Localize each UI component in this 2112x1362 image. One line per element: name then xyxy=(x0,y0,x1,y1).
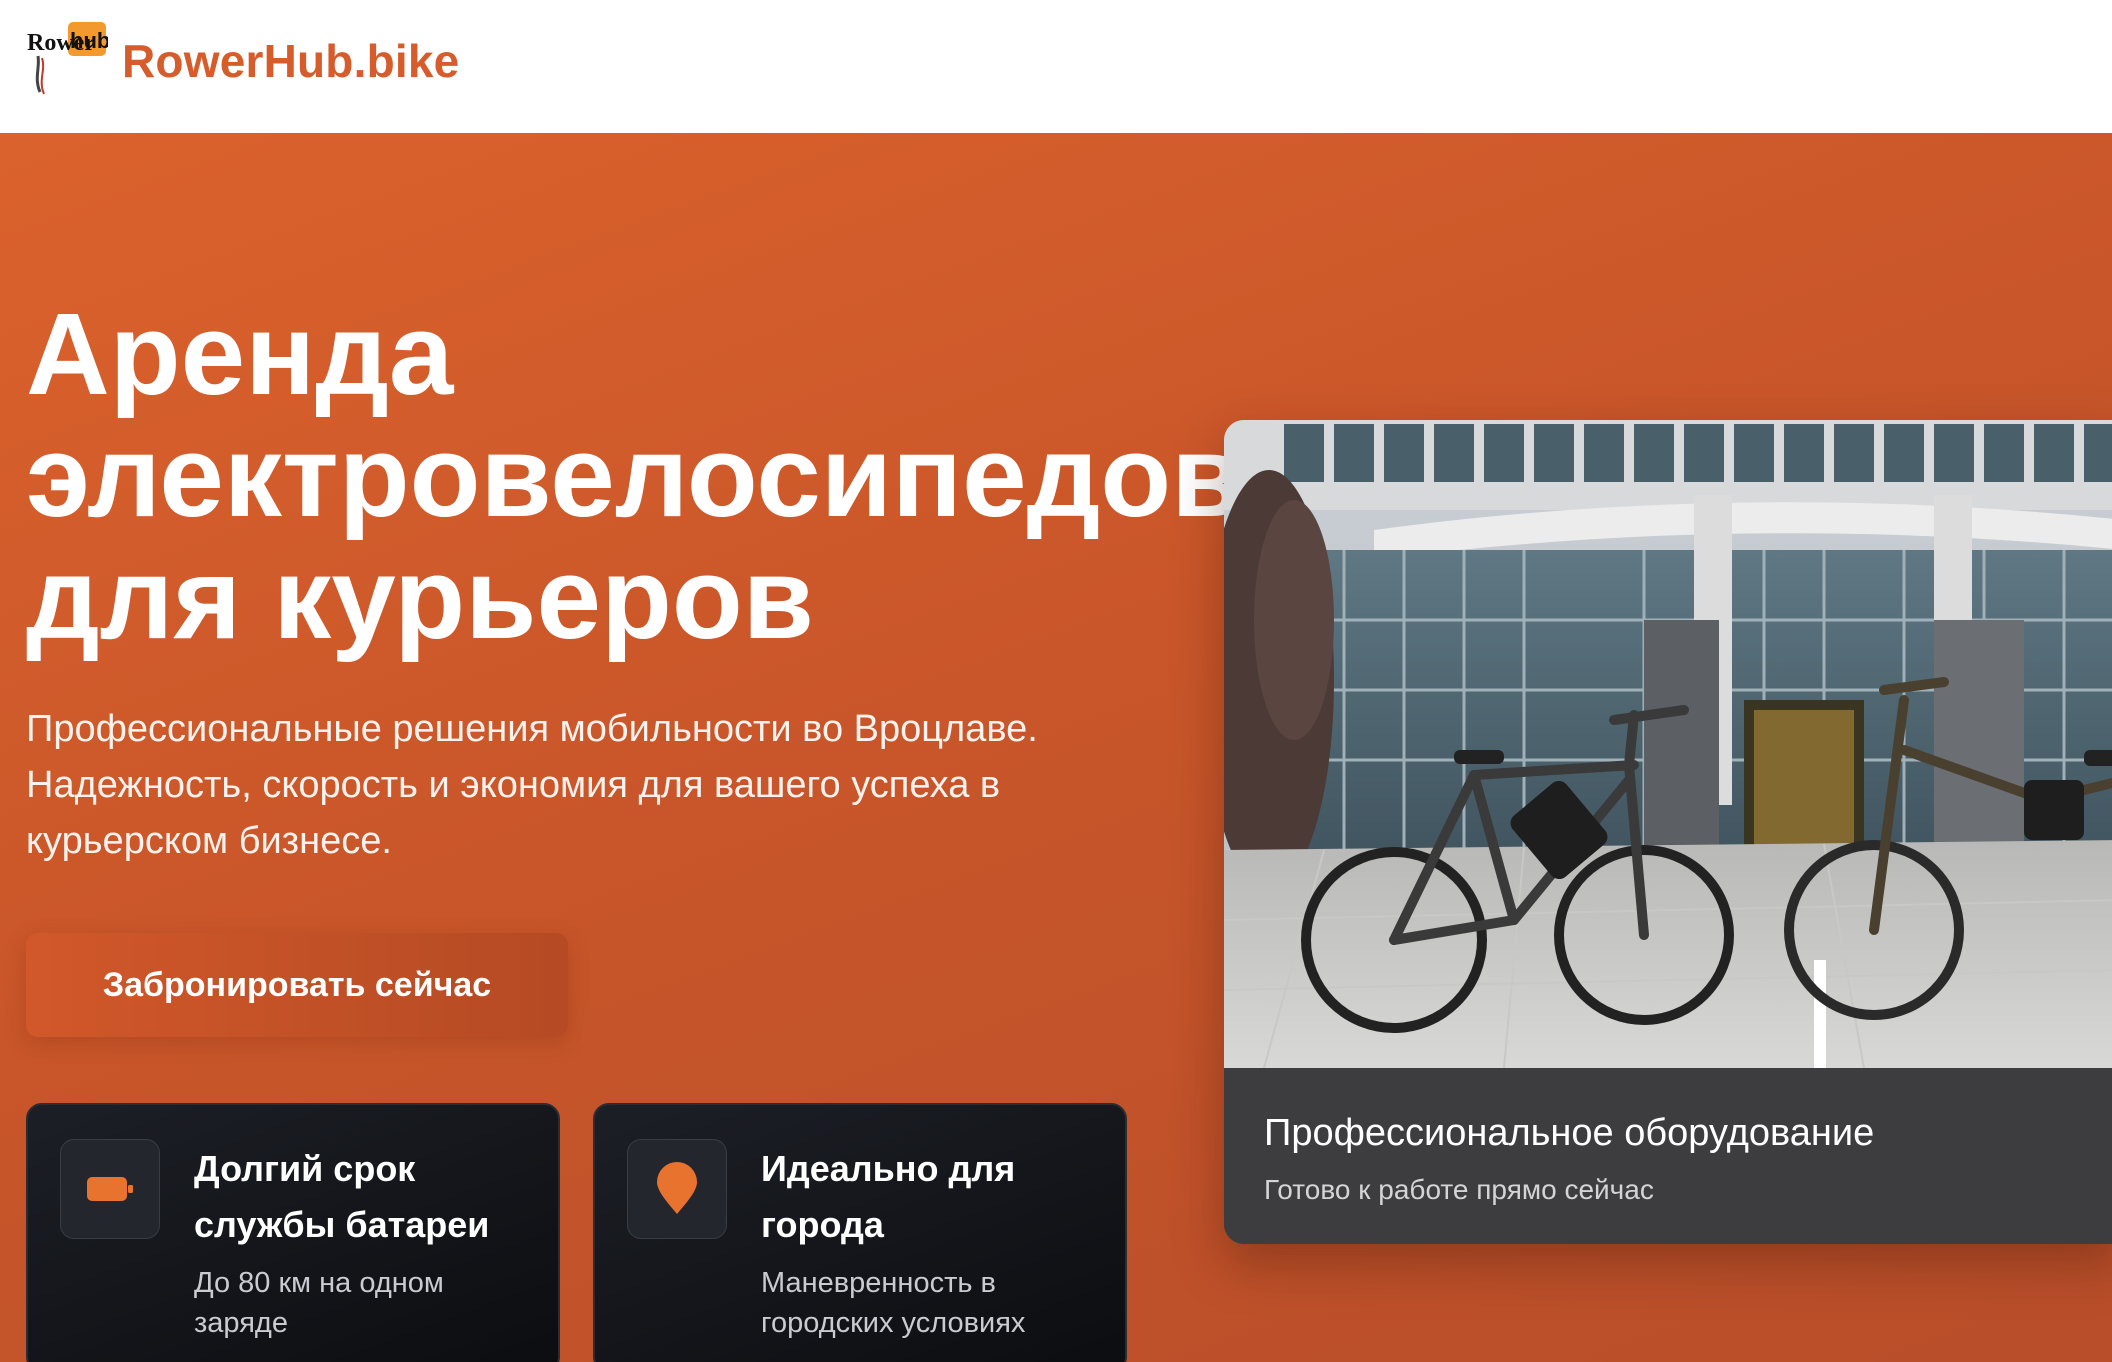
feature-title: Идеально для города xyxy=(761,1148,1016,1245)
rowerhub-logo[interactable]: Rower hub xyxy=(24,20,108,98)
feature-card-battery: Долгий срок службы батареи До 80 км на о… xyxy=(26,1103,560,1362)
ebikes-photo xyxy=(1224,420,2112,1068)
hero-title-line-1: Аренда xyxy=(26,289,454,419)
photo-caption: Профессиональное оборудование Готово к р… xyxy=(1224,1068,2112,1244)
caption-subtitle: Готово к работе прямо сейчас xyxy=(1264,1174,1654,1205)
hero-subtitle: Профессиональные решения мобильности во … xyxy=(26,708,1038,862)
location-pin-icon xyxy=(627,1139,727,1239)
svg-text:hub: hub xyxy=(70,28,108,53)
hero-title-line-2: электровелосипедов xyxy=(26,411,1243,541)
book-now-button[interactable]: Забронировать сейчас xyxy=(26,933,568,1037)
battery-icon xyxy=(60,1139,160,1239)
hero-title: Аренда электровелосипедов для курьеров xyxy=(26,289,1243,663)
equipment-photo-card: Профессиональное оборудование Готово к р… xyxy=(1224,420,2112,1244)
feature-title: Долгий срок службы батареи xyxy=(194,1148,490,1245)
brand-name[interactable]: RowerHub.bike xyxy=(122,34,459,88)
site-header: Rower hub RowerHub.bike xyxy=(0,0,2112,133)
feature-description: Маневренность в городских условиях xyxy=(761,1267,1026,1339)
feature-description: До 80 км на одном заряде xyxy=(194,1267,444,1339)
feature-card-city: Идеально для города Маневренность в горо… xyxy=(593,1103,1127,1362)
hero-title-line-3: для курьеров xyxy=(26,533,814,663)
caption-title: Профессиональное оборудование xyxy=(1264,1112,1875,1154)
hero-section: Аренда электровелосипедов для курьеров П… xyxy=(0,133,2112,1362)
